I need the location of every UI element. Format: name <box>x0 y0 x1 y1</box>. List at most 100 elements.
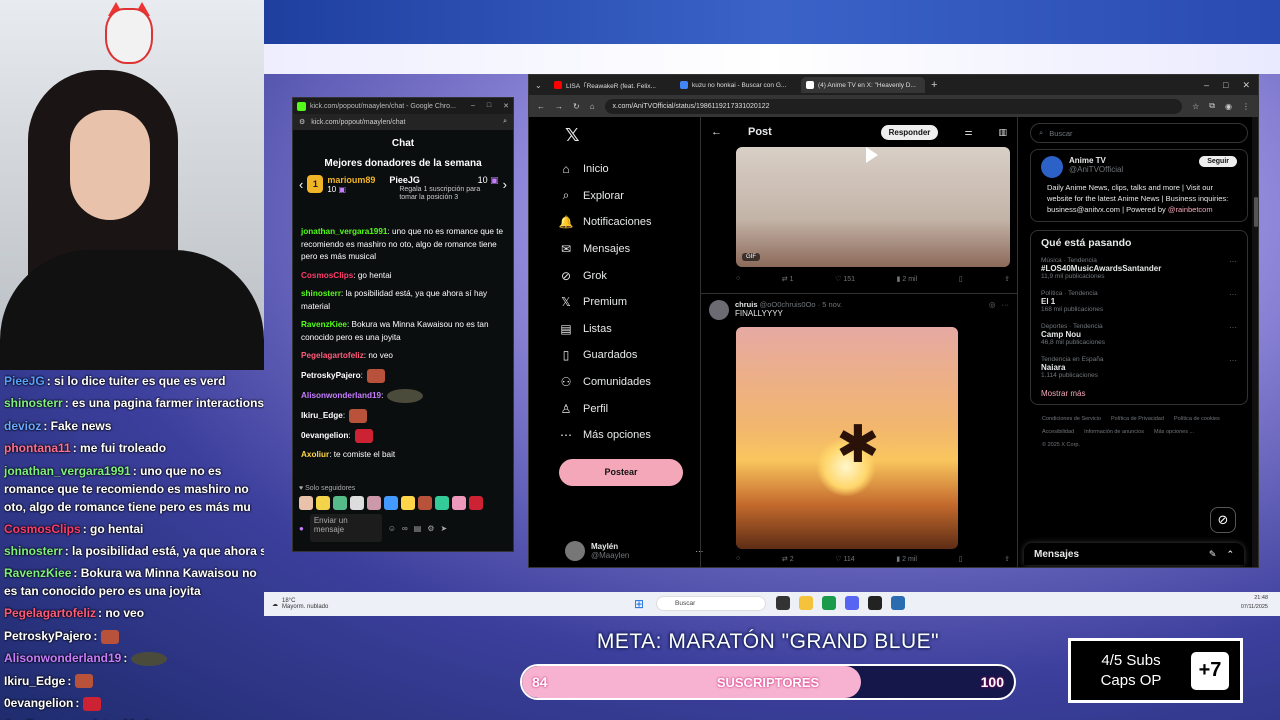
file-explorer-icon[interactable] <box>799 596 813 610</box>
donor-2-name[interactable]: PieeJG <box>389 175 420 186</box>
chat-username[interactable]: PieeJG <box>4 374 45 388</box>
tab-1[interactable]: LISA「ReawakeR (feat. Felix... <box>549 77 673 93</box>
reply-button[interactable]: Responder <box>880 124 939 140</box>
close-icon[interactable]: ✕ <box>503 102 509 110</box>
x-logo-icon[interactable]: 𝕏 <box>559 125 700 146</box>
tweet-image-media[interactable]: ✱ <box>736 327 958 549</box>
chat-username[interactable]: 0evangelion <box>301 431 348 440</box>
nav-item[interactable]: ⊘ Grok <box>559 262 700 289</box>
nav-item[interactable]: ▯ Guardados <box>559 342 700 369</box>
footer-link[interactable]: Política de cookies <box>1174 413 1220 426</box>
site-settings-icon[interactable]: ⚙ <box>299 118 305 126</box>
kick-url-bar[interactable]: ⚙ kick.com/popout/maaylen/chat ⌕ <box>293 114 513 130</box>
retweet-icon[interactable]: ⇄ 1 <box>782 275 794 283</box>
nav-item[interactable]: ⋯ Más opciones <box>559 422 700 449</box>
chat-message-input[interactable]: Enviar un mensaje <box>309 514 382 542</box>
bookmark-icon[interactable]: ▯ <box>959 275 963 283</box>
store-icon[interactable]: ▤ <box>414 524 422 533</box>
bookmark-star-icon[interactable]: ☆ <box>1192 102 1199 111</box>
footer-link[interactable]: Condiciones de Servicio <box>1042 413 1101 426</box>
chat-username[interactable]: PetroskyPajero <box>4 629 91 643</box>
emote-icon[interactable] <box>469 496 483 510</box>
task-view-icon[interactable] <box>776 596 790 610</box>
steam-icon[interactable] <box>891 596 905 610</box>
tab-search-icon[interactable]: ⌄ <box>535 81 547 90</box>
grok-icon[interactable]: ◎ <box>989 300 996 320</box>
avatar[interactable] <box>1041 156 1063 178</box>
bookmark-icon[interactable]: ▯ <box>959 555 963 563</box>
layout-icon[interactable]: ▥ <box>998 127 1007 138</box>
footer-link[interactable]: Información de anuncios <box>1084 426 1144 439</box>
emote-icon[interactable] <box>367 496 381 510</box>
compose-icon[interactable]: ✎ <box>1209 549 1217 560</box>
show-more-link[interactable]: Mostrar más <box>1041 389 1237 398</box>
emote-icon[interactable] <box>384 496 398 510</box>
kick-chat-window[interactable]: kick.com/popout/maaylen/chat - Google Ch… <box>292 97 514 552</box>
minimize-icon[interactable]: – <box>471 102 475 110</box>
trend-item[interactable]: Tendencia en España Naiara 1.114 publicaci… <box>1041 356 1237 379</box>
tab-3[interactable]: (4) Anime TV en X: "Heavenly D... <box>801 77 925 93</box>
emote-icon[interactable] <box>316 496 330 510</box>
reload-icon[interactable]: ↻ <box>573 102 580 111</box>
kick-message-list[interactable]: jonathan_vergara1991: uno que no es roma… <box>293 222 513 471</box>
emoji-icon[interactable]: ☺ <box>388 524 396 533</box>
chat-username[interactable]: Pegelagartofeliz <box>4 606 96 620</box>
profile-name[interactable]: Anime TV <box>1069 156 1123 165</box>
nav-item[interactable]: ✉ Mensajes <box>559 236 700 263</box>
trend-item[interactable]: Música · Tendencia #LOS40MusicAwardsSanta… <box>1041 257 1237 280</box>
back-icon[interactable]: ← <box>537 102 545 111</box>
chrome-icon[interactable] <box>822 596 836 610</box>
donors-next-arrow[interactable]: › <box>503 177 507 192</box>
chat-username[interactable]: Ikiru_Edge <box>301 411 343 420</box>
grok-button-icon[interactable]: ⊘ <box>1210 507 1236 533</box>
nav-item[interactable]: ⌕ Explorar <box>559 183 700 210</box>
chat-username[interactable]: RavenzKiee <box>4 566 71 580</box>
footer-link[interactable]: Más opciones ... <box>1154 426 1194 439</box>
tweet-author[interactable]: chruis <box>735 300 758 309</box>
infinity-icon[interactable]: ∞ <box>402 524 408 533</box>
chat-username[interactable]: devioz <box>4 419 41 433</box>
obs-icon[interactable] <box>868 596 882 610</box>
messages-drawer[interactable]: Mensajes ✎ ⌃ <box>1024 543 1244 565</box>
play-icon[interactable] <box>866 147 878 163</box>
chat-username[interactable]: RavenzKiee <box>301 320 347 329</box>
more-icon[interactable]: ··· <box>1229 356 1237 365</box>
chat-username[interactable]: CosmosClips <box>301 271 353 280</box>
close-icon[interactable]: ✕ <box>1242 80 1250 91</box>
views-icon[interactable]: ▮ 2 mil <box>896 555 917 563</box>
nav-item[interactable]: ⚇ Comunidades <box>559 369 700 396</box>
chat-username[interactable]: 0evangelion <box>4 696 73 710</box>
post-button[interactable]: Postear <box>559 458 683 486</box>
emote-icon[interactable] <box>350 496 364 510</box>
footer-link[interactable]: Política de Privacidad <box>1111 413 1164 426</box>
discord-icon[interactable] <box>845 596 859 610</box>
weather-widget[interactable]: ☁ 18°C Mayorm. nublado <box>272 598 328 610</box>
nav-item[interactable]: ▤ Listas <box>559 316 700 343</box>
chat-username[interactable]: phontana11 <box>4 441 71 455</box>
chat-username[interactable]: jonathan_vergara1991 <box>4 464 131 478</box>
tweet-2[interactable]: chruis @oO0chruis0Oo · 5 nov. FINALLYYYY… <box>701 293 1017 326</box>
emote-icon[interactable] <box>418 496 432 510</box>
share-icon[interactable]: ⇪ <box>1004 555 1010 563</box>
donor-1-name[interactable]: marioum89 <box>327 175 385 185</box>
nav-item[interactable]: ♙ Perfil <box>559 395 700 422</box>
filter-icon[interactable]: ⚌ <box>964 127 972 138</box>
home-icon[interactable]: ⌂ <box>590 102 595 111</box>
emote-icon[interactable] <box>299 496 313 510</box>
emote-bar[interactable] <box>299 496 507 510</box>
url-input[interactable]: x.com/AniTVOfficial/status/1986119217331… <box>604 98 1183 114</box>
chat-username[interactable]: Alisonwonderland19 <box>4 651 121 665</box>
profile-icon[interactable]: ◉ <box>1225 102 1232 111</box>
chat-username[interactable]: Ikiru_Edge <box>4 674 65 688</box>
more-icon[interactable]: ··· <box>1229 323 1237 332</box>
system-tray[interactable]: 21:48 07/11/2025 <box>1241 594 1268 612</box>
share-icon[interactable]: ⇪ <box>1004 275 1010 283</box>
chat-username[interactable]: shinosterr <box>301 289 341 298</box>
back-arrow-icon[interactable]: ← <box>711 126 722 138</box>
tweet-gif-media[interactable]: GIF <box>736 147 1010 267</box>
reply-icon[interactable]: ○ <box>736 275 740 283</box>
nav-item[interactable]: ⌂ Inicio <box>559 156 700 183</box>
x-search-input[interactable]: ⌕ Buscar <box>1030 123 1248 143</box>
profile-link[interactable]: @rainbetcom <box>1168 205 1213 214</box>
footer-link[interactable]: Accesibilidad <box>1042 426 1074 439</box>
